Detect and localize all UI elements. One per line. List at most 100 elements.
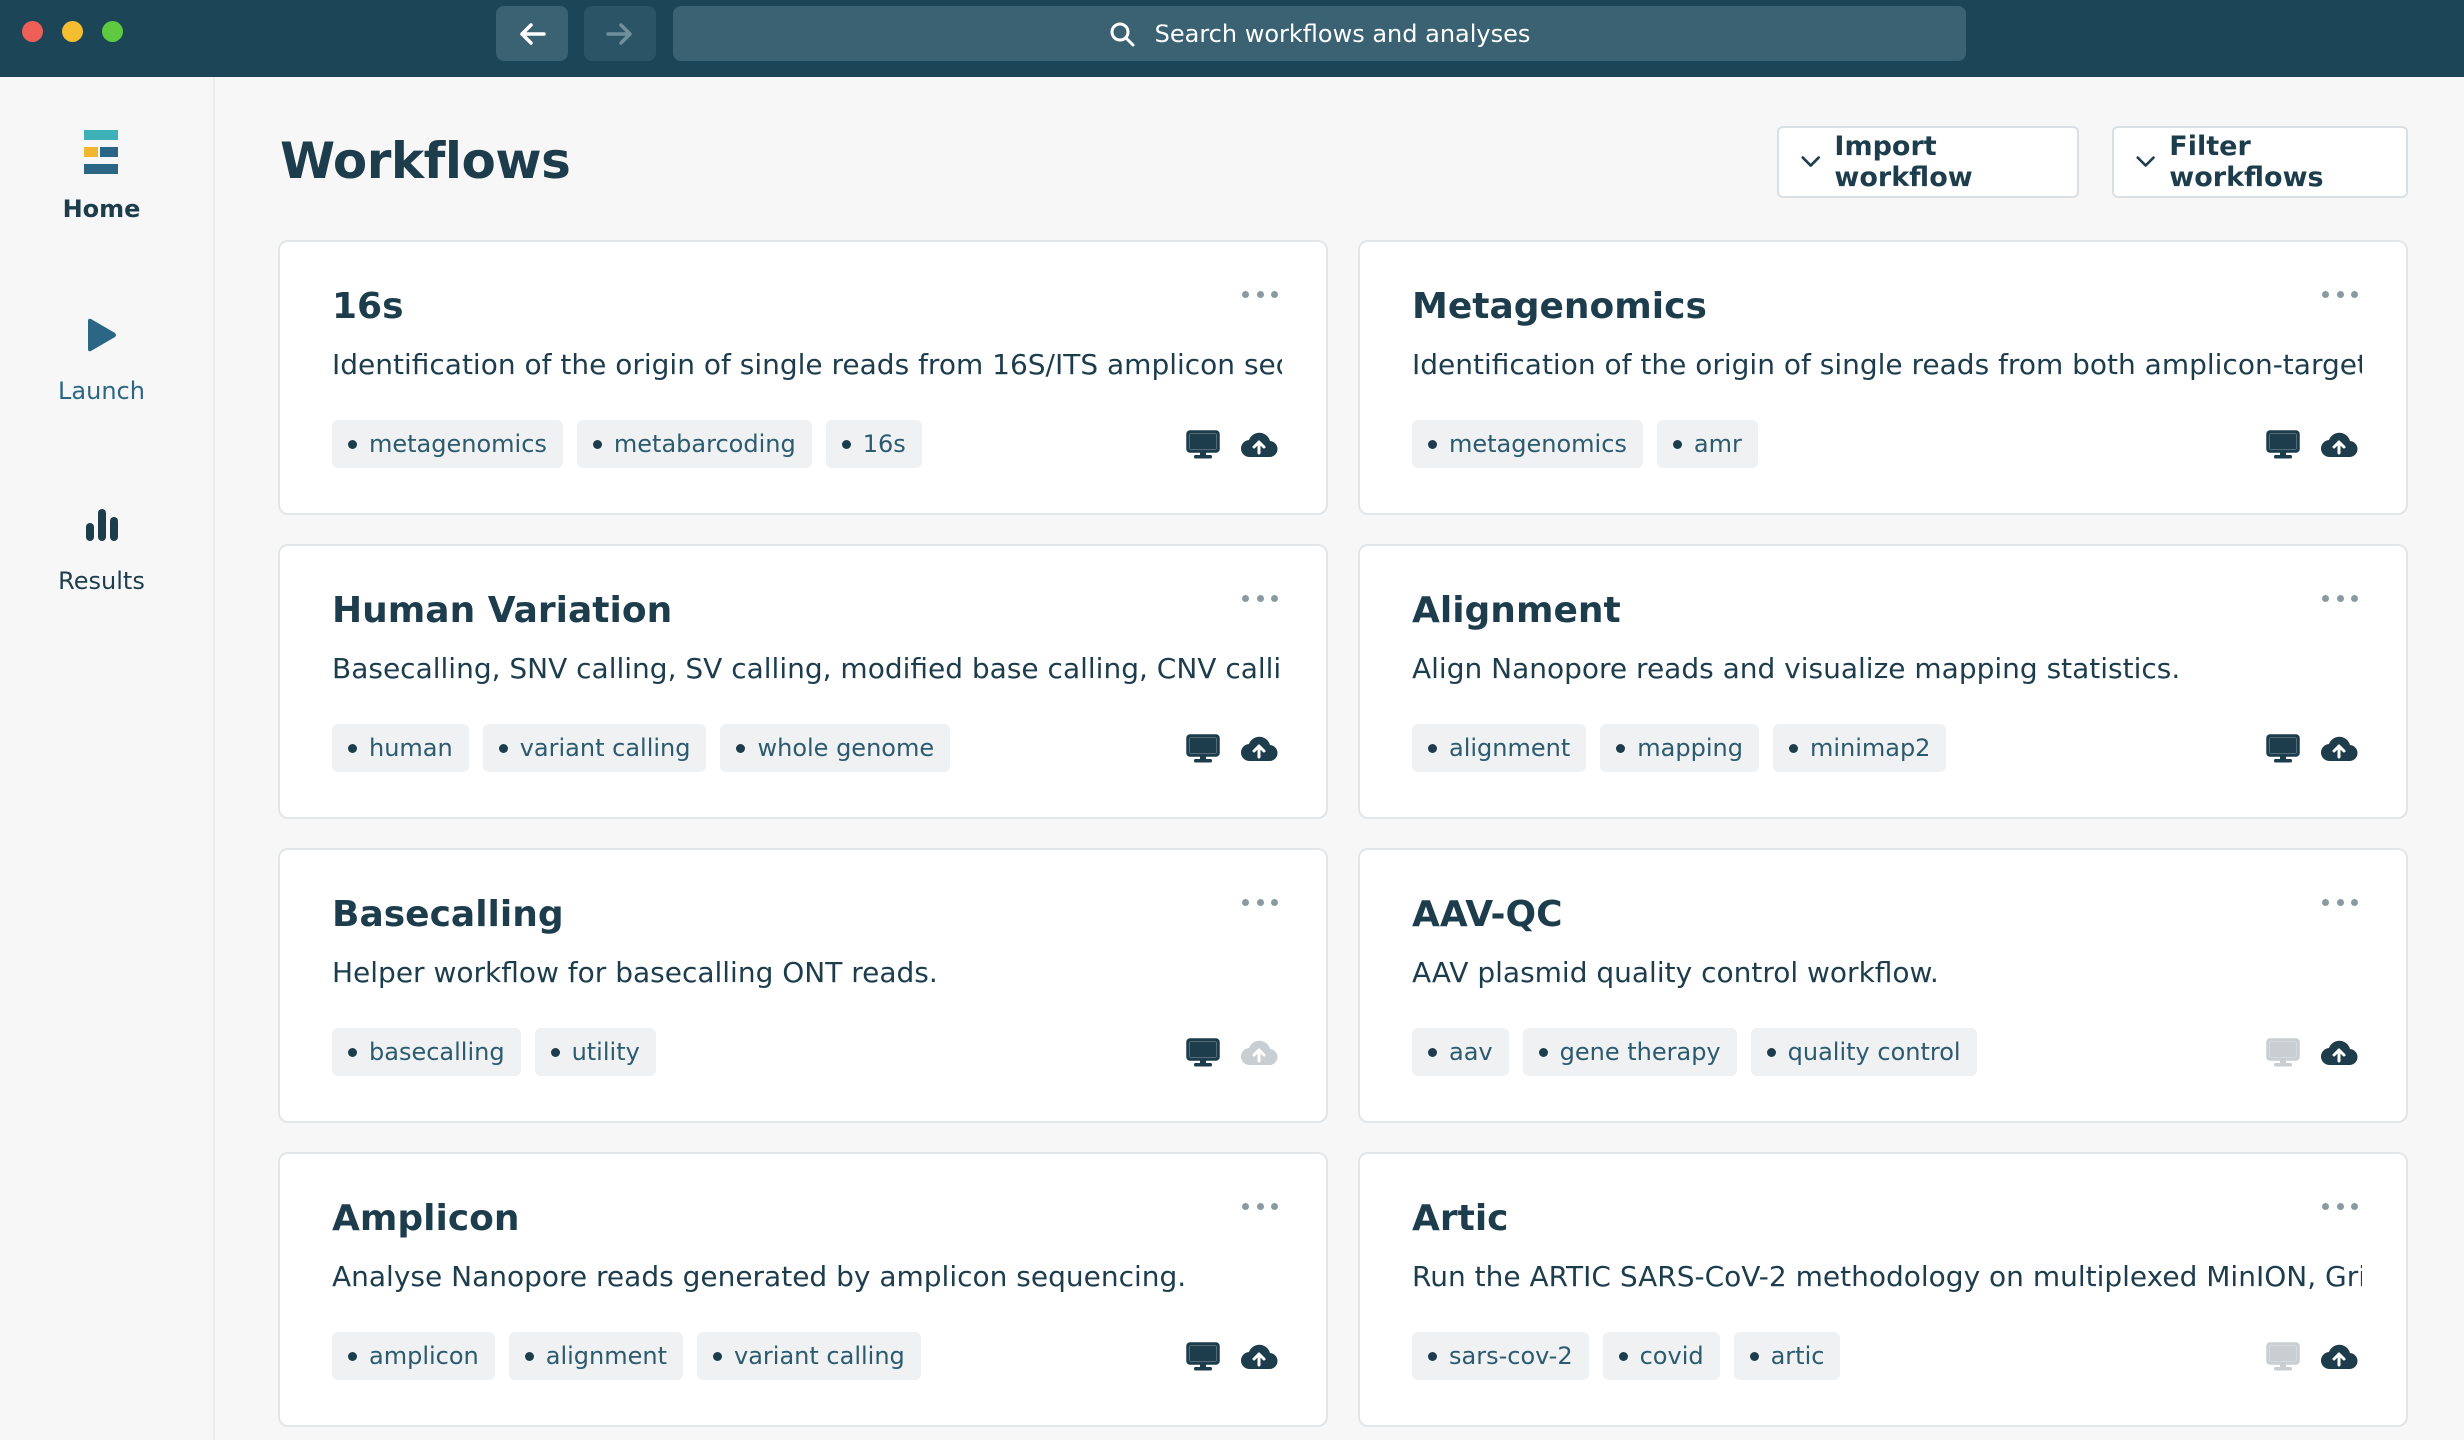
tag-chip: metagenomics (1412, 420, 1643, 468)
local-run-icon (2266, 1038, 2300, 1072)
workflow-title: Amplicon (332, 1198, 520, 1239)
sidebar-item-launch[interactable]: Launch (0, 307, 203, 405)
tag-dot-icon (1788, 743, 1798, 753)
tag-chip: sars-cov-2 (1412, 1332, 1589, 1380)
more-options-icon[interactable] (2322, 590, 2358, 606)
more-options-icon[interactable] (2322, 286, 2358, 302)
forward-button[interactable] (584, 6, 656, 61)
cloud-run-icon[interactable] (2320, 1342, 2358, 1376)
run-targets (1186, 430, 1278, 464)
cloud-run-icon (1240, 1038, 1278, 1072)
tag-dot-icon (1428, 439, 1437, 449)
tag-dot-icon (1616, 743, 1626, 753)
more-options-icon[interactable] (2322, 894, 2358, 910)
window-minimize-button[interactable] (62, 21, 83, 42)
tag-chip: whole genome (720, 724, 951, 772)
filter-workflows-button[interactable]: Filter workflows (2112, 126, 2408, 198)
tag-chip: amr (1656, 420, 1758, 468)
workflow-card[interactable]: Human Variation Basecalling, SNV calling,… (278, 544, 1328, 819)
more-options-icon[interactable] (1242, 1198, 1278, 1214)
tag-dot-icon (1428, 743, 1437, 753)
tag-chip: 16s (825, 420, 922, 468)
sidebar-item-home[interactable]: Home (0, 125, 203, 223)
search-icon (1110, 22, 1135, 46)
more-options-icon[interactable] (2322, 1198, 2358, 1214)
arrow-right-icon (606, 22, 632, 45)
workflow-card[interactable]: Basecalling Helper workflow for basecalli… (278, 848, 1328, 1123)
workflow-description: Basecalling, SNV calling, SV calling, mo… (332, 652, 1282, 685)
workflow-description: Align Nanopore reads and visualize mappi… (1412, 652, 2181, 685)
tag-label: quality control (1787, 1038, 1961, 1066)
more-options-icon[interactable] (1242, 894, 1278, 910)
local-run-icon (2266, 1342, 2300, 1376)
run-targets (1186, 1342, 1278, 1376)
tag-label: sars-cov-2 (1449, 1342, 1573, 1370)
tag-dot-icon (1428, 1351, 1437, 1361)
workflow-description: Identification of the origin of single r… (332, 348, 1282, 381)
home-logo-icon (78, 125, 126, 181)
run-targets (2266, 734, 2358, 768)
tag-chip: utility (534, 1028, 656, 1076)
workflow-card[interactable]: Metagenomics Identification of the origin… (1358, 240, 2408, 515)
window-zoom-button[interactable] (102, 21, 123, 42)
tag-dot-icon (550, 1047, 560, 1057)
tag-label: whole genome (757, 734, 935, 762)
local-run-icon[interactable] (1186, 1038, 1220, 1072)
more-options-icon[interactable] (1242, 590, 1278, 606)
workflow-title: Alignment (1412, 590, 1621, 631)
tag-label: human (369, 734, 453, 762)
workflow-card[interactable]: Alignment Align Nanopore reads and visual… (1358, 544, 2408, 819)
local-run-icon[interactable] (2266, 430, 2300, 464)
workflow-description: Identification of the origin of single r… (1412, 348, 2362, 381)
tag-label: artic (1770, 1342, 1825, 1370)
cloud-run-icon[interactable] (1240, 1342, 1278, 1376)
tag-dot-icon (498, 743, 508, 753)
tag-label: metagenomics (1449, 430, 1627, 458)
tag-dot-icon (1618, 1351, 1628, 1361)
cloud-run-icon[interactable] (1240, 734, 1278, 768)
tag-label: 16s (862, 430, 906, 458)
tag-chip: alignment (508, 1332, 684, 1380)
back-button[interactable] (496, 6, 568, 61)
search-bar[interactable]: Search workflows and analyses (673, 6, 1966, 61)
tag-dot-icon (1428, 1047, 1437, 1057)
cloud-run-icon[interactable] (2320, 1038, 2358, 1072)
import-workflow-button[interactable]: Import workflow (1777, 126, 2079, 198)
more-options-icon[interactable] (1242, 286, 1278, 302)
tag-chip: alignment (1412, 724, 1587, 772)
tag-chip: minimap2 (1772, 724, 1947, 772)
local-run-icon[interactable] (1186, 1342, 1220, 1376)
tag-dot-icon (713, 1351, 723, 1361)
run-targets (2266, 1342, 2358, 1376)
workflow-card[interactable]: 16s Identification of the origin of singl… (278, 240, 1328, 515)
workflow-card[interactable]: AAV-QC AAV plasmid quality control workfl… (1358, 848, 2408, 1123)
tag-chip: artic (1733, 1332, 1841, 1380)
sidebar-item-label: Home (62, 195, 141, 223)
tag-dot-icon (524, 1351, 534, 1361)
workflow-title: AAV-QC (1412, 894, 1563, 935)
workflow-title: Artic (1412, 1198, 1509, 1239)
tag-label: metabarcoding (613, 430, 796, 458)
tag-chip: metabarcoding (576, 420, 812, 468)
tag-dot-icon (348, 1047, 357, 1057)
workflow-title: Metagenomics (1412, 286, 1707, 327)
workflow-card[interactable]: Amplicon Analyse Nanopore reads generated… (278, 1152, 1328, 1427)
tag-dot-icon (1672, 439, 1682, 449)
tag-chip: basecalling (332, 1028, 521, 1076)
bar-chart-icon (78, 497, 126, 553)
title-bar: Search workflows and analyses (0, 0, 2464, 77)
cloud-run-icon[interactable] (2320, 430, 2358, 464)
workflow-card[interactable]: Artic Run the ARTIC SARS-CoV-2 methodolog… (1358, 1152, 2408, 1427)
local-run-icon[interactable] (2266, 734, 2300, 768)
local-run-icon[interactable] (1186, 734, 1220, 768)
cloud-run-icon[interactable] (2320, 734, 2358, 768)
local-run-icon[interactable] (1186, 430, 1220, 464)
tag-chip: human (332, 724, 469, 772)
sidebar-item-results[interactable]: Results (0, 497, 203, 595)
workflow-title: Human Variation (332, 590, 673, 631)
search-placeholder: Search workflows and analyses (1154, 19, 1531, 48)
tag-label: variant calling (519, 734, 691, 762)
tag-label: aav (1449, 1038, 1493, 1066)
cloud-run-icon[interactable] (1240, 430, 1278, 464)
window-close-button[interactable] (22, 21, 43, 42)
